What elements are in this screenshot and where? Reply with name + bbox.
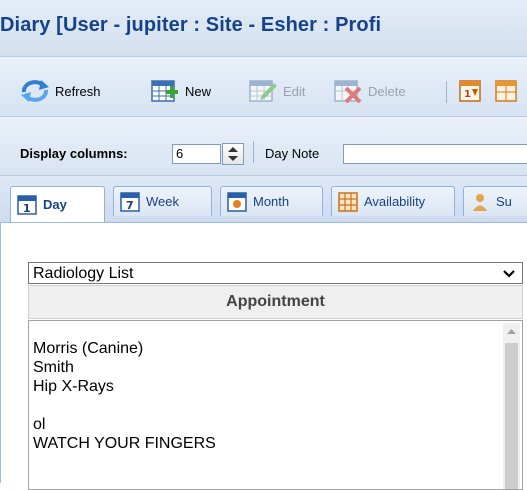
- day-calendar-icon: 1: [17, 194, 37, 215]
- view-tabs: 1 Day 7 Week Month Availability Su: [0, 176, 527, 223]
- spinner-arrows-icon: [228, 147, 238, 161]
- tab-summary[interactable]: Su: [463, 186, 527, 216]
- availability-grid-icon: [338, 191, 358, 212]
- diary-content: Radiology List Appointment Morris (Canin…: [0, 223, 527, 490]
- svg-text:1: 1: [464, 89, 471, 100]
- appointment-line: Hip X-Rays: [33, 378, 114, 395]
- calendar-grid-icon: [495, 80, 517, 102]
- appointment-line: ol: [33, 416, 46, 433]
- new-button[interactable]: New: [150, 77, 211, 105]
- appointment-scrollbar[interactable]: [503, 323, 520, 489]
- tab-summary-label: Su: [496, 194, 512, 209]
- appointment-text: Morris (Canine) Smith Hip X-Rays ol WATC…: [33, 339, 493, 453]
- refresh-label: Refresh: [55, 83, 101, 99]
- new-label: New: [185, 83, 212, 99]
- tab-month[interactable]: Month: [220, 186, 323, 216]
- main-toolbar: Refresh New Edit Delete 1: [0, 57, 527, 117]
- edit-appointment-icon: [249, 80, 277, 102]
- calendar-icon: 1: [459, 80, 481, 102]
- calendar-view-button[interactable]: [494, 77, 525, 105]
- tab-day[interactable]: 1 Day: [10, 186, 105, 222]
- week-calendar-icon: 7: [120, 191, 140, 212]
- tab-month-label: Month: [253, 194, 290, 209]
- toolbar-separator: [446, 81, 447, 103]
- day-note-input[interactable]: [343, 144, 527, 164]
- display-columns-input[interactable]: 6: [172, 144, 221, 164]
- edit-label: Edit: [283, 83, 306, 99]
- display-columns-spinner[interactable]: [222, 143, 244, 165]
- delete-label: Delete: [368, 83, 406, 99]
- display-columns-label: Display columns:: [20, 146, 128, 161]
- person-icon: [473, 193, 487, 211]
- scroll-up-icon[interactable]: [503, 323, 520, 340]
- appointment-cell[interactable]: Morris (Canine) Smith Hip X-Rays ol WATC…: [28, 320, 523, 490]
- edit-button[interactable]: Edit: [248, 77, 305, 105]
- options-bar: Display columns: 6 Day Note: [0, 117, 527, 176]
- tab-week[interactable]: 7 Week: [113, 186, 212, 216]
- appointment-line: Morris (Canine): [33, 340, 144, 357]
- new-appointment-icon: [151, 80, 178, 102]
- tab-availability[interactable]: Availability: [331, 186, 455, 216]
- appointment-line: [33, 396, 493, 415]
- tab-day-label: Day: [43, 197, 67, 212]
- refresh-icon: [21, 80, 49, 102]
- appointment-column-header[interactable]: Appointment: [28, 285, 523, 319]
- delete-button[interactable]: Delete: [333, 77, 406, 105]
- appointment-line: Smith: [33, 359, 74, 376]
- tab-week-label: Week: [146, 194, 179, 209]
- day-note-label: Day Note: [265, 146, 320, 161]
- window-titlebar: Diary [User - jupiter : Site - Esher : P…: [0, 0, 527, 57]
- delete-appointment-icon: [334, 80, 362, 104]
- appointment-column-header-label: Appointment: [226, 293, 325, 310]
- refresh-button[interactable]: Refresh: [20, 77, 101, 105]
- diary-list-select[interactable]: Radiology List: [28, 262, 523, 284]
- month-calendar-icon: [227, 191, 247, 212]
- appointment-line: WATCH YOUR FINGERS: [33, 435, 216, 452]
- scrollbar-thumb[interactable]: [505, 343, 518, 489]
- tab-availability-label: Availability: [364, 194, 426, 209]
- calendar-date-button[interactable]: 1: [458, 77, 489, 105]
- window-title: Diary [User - jupiter : Site - Esher : P…: [0, 14, 382, 36]
- diary-list-selected: Radiology List: [33, 265, 134, 282]
- svg-text:1: 1: [23, 202, 31, 215]
- svg-text:7: 7: [126, 199, 134, 212]
- options-separator: [253, 141, 254, 163]
